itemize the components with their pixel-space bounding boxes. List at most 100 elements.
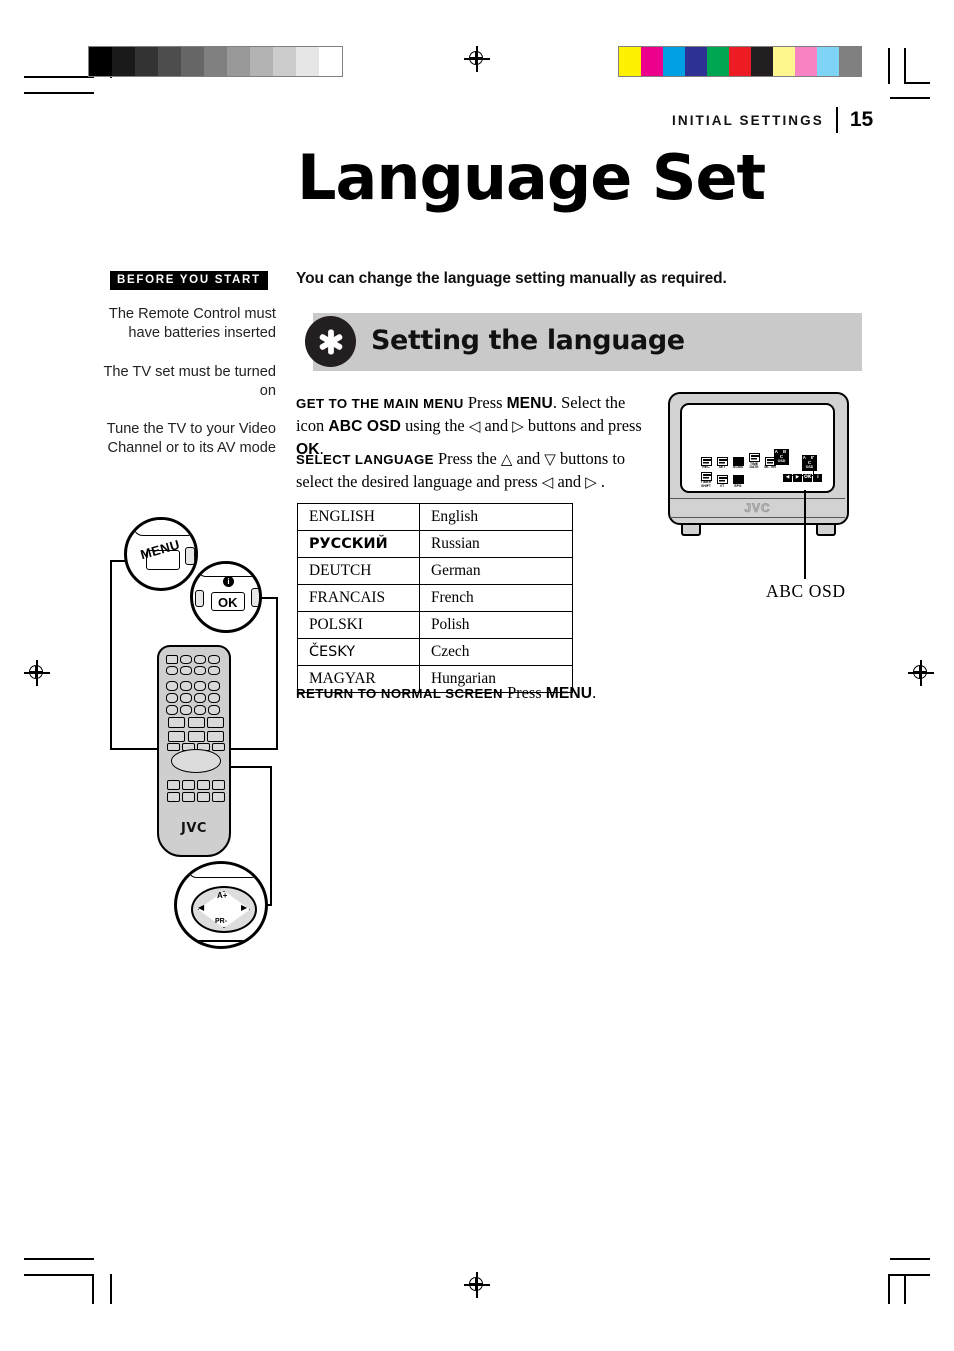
- running-head: INITIAL SETTINGS 15: [672, 107, 873, 133]
- remote-button[interactable]: [180, 655, 192, 664]
- color-swatch: [663, 47, 685, 76]
- step-text: Press the: [438, 449, 497, 468]
- remote-record-button[interactable]: [168, 730, 185, 742]
- page-title: Language Set: [297, 141, 766, 214]
- remote-button[interactable]: [167, 780, 180, 790]
- remote-rewind-button[interactable]: [168, 717, 185, 728]
- remote-transport-buttons[interactable]: [168, 717, 224, 742]
- remote-bottom-edge: [185, 940, 263, 942]
- set-icon[interactable]: SET: [716, 456, 728, 470]
- remote-side-key[interactable]: [185, 547, 195, 565]
- tv-foot-right: [816, 525, 836, 536]
- osd-nav-button[interactable]: ◀: [783, 474, 792, 482]
- osd-icon-label: SET: [718, 465, 726, 470]
- remote-button[interactable]: [182, 780, 195, 790]
- time-date-icon[interactable]: TIME DATE: [748, 453, 760, 470]
- color-swatch: [751, 47, 773, 76]
- epg-icon[interactable]: EPG: [732, 475, 744, 488]
- osd-nav-button[interactable]: ▶: [793, 474, 802, 482]
- registration-target-bottom: [464, 1272, 490, 1298]
- remote-bottom-buttons[interactable]: [167, 780, 225, 802]
- remote-number-key[interactable]: [208, 693, 220, 703]
- remote-number-key[interactable]: [208, 681, 220, 691]
- remote-button[interactable]: [166, 666, 178, 675]
- menu-button-callout[interactable]: MENU: [124, 517, 198, 591]
- remote-stop-button[interactable]: [187, 730, 205, 742]
- remote-button[interactable]: [212, 780, 225, 790]
- remote-number-key[interactable]: [166, 705, 178, 715]
- remote-button[interactable]: [180, 666, 192, 675]
- color-swatch: [685, 47, 707, 76]
- rec-icon[interactable]: REC: [700, 456, 712, 470]
- before-you-start-note: The Remote Control must have batteries i…: [108, 306, 276, 342]
- remote-top-buttons[interactable]: [166, 655, 220, 675]
- step-text: Press: [467, 393, 503, 412]
- osd-abc-osd-icon[interactable]: A B C OSD: [774, 449, 789, 465]
- remote-side-key-right[interactable]: [251, 588, 259, 607]
- greyscale-calibration-bar: [88, 46, 343, 77]
- remote-button[interactable]: [197, 780, 210, 790]
- language-native-cell: POLSKI: [297, 611, 420, 639]
- remote-number-key[interactable]: [180, 705, 192, 715]
- language-english-cell: German: [419, 557, 573, 585]
- dpad-right-icon: ▶: [241, 903, 248, 912]
- remote-play-button[interactable]: [187, 717, 205, 728]
- language-native-cell: ČESKY: [297, 638, 420, 666]
- step-lead: GET TO THE MAIN MENU: [296, 396, 464, 411]
- before-you-start-note: The TV set must be turned on: [103, 363, 276, 399]
- timer-shift-icon[interactable]: TIMER SHIFT: [700, 471, 712, 489]
- tv-foot-left: [681, 525, 701, 536]
- greyscale-swatch: [250, 47, 273, 76]
- language-native-cell: DEUTCH: [297, 557, 420, 585]
- before-you-start-note: Tune the TV to your Video Channel or to …: [106, 421, 276, 457]
- remote-forward-button[interactable]: [207, 717, 224, 728]
- table-row: DEUTCH German: [297, 557, 573, 585]
- remote-numeric-keypad[interactable]: [166, 681, 220, 715]
- remote-button[interactable]: [166, 655, 178, 664]
- osd-abc-line3: OSD: [777, 459, 786, 464]
- manual-page: INITIAL SETTINGS 15 Language Set BEFORE …: [0, 0, 954, 1351]
- remote-function-key[interactable]: [212, 743, 225, 751]
- greyscale-swatch: [112, 47, 135, 76]
- running-head-divider: [835, 107, 838, 133]
- dpad-callout[interactable]: A+ PR- ◀ ▶: [174, 861, 268, 949]
- vt-icon[interactable]: VT: [716, 475, 728, 488]
- page-number: 15: [849, 108, 874, 131]
- remote-button[interactable]: [182, 792, 195, 802]
- remote-number-key[interactable]: [166, 681, 178, 691]
- key-abc-osd: ABC OSD: [328, 417, 401, 435]
- remote-button[interactable]: [208, 666, 220, 675]
- step-text: .: [600, 471, 605, 491]
- greyscale-swatch: [158, 47, 181, 76]
- remote-button[interactable]: [212, 792, 225, 802]
- osd-icon-label: TIME DATE: [749, 461, 759, 470]
- remote-button[interactable]: [167, 792, 180, 802]
- remote-button[interactable]: [208, 655, 220, 664]
- acms-icon[interactable]: ACMS: [732, 456, 744, 470]
- remote-number-key[interactable]: [194, 681, 206, 691]
- osd-icon-label: EPG: [734, 483, 742, 488]
- remote-button[interactable]: [194, 666, 206, 675]
- remote-eject-button[interactable]: [207, 730, 224, 742]
- remote-side-key-left[interactable]: [195, 590, 204, 607]
- remote-button[interactable]: [194, 655, 206, 664]
- remote-number-key[interactable]: [194, 705, 206, 715]
- osd-nav-buttons[interactable]: ◀ ▶ OK i: [783, 474, 823, 482]
- table-row: ENGLISH English: [297, 503, 573, 531]
- osd-icon-label: REC: [702, 465, 710, 470]
- remote-number-key[interactable]: [180, 681, 192, 691]
- color-calibration-bar: [618, 46, 862, 77]
- remote-button[interactable]: [197, 792, 210, 802]
- remote-number-key[interactable]: [208, 705, 220, 715]
- remote-dpad[interactable]: [171, 749, 221, 773]
- running-head-label: INITIAL SETTINGS: [672, 112, 824, 128]
- greyscale-swatch: [227, 47, 250, 76]
- ok-button-callout[interactable]: OK i: [190, 561, 262, 633]
- remote-number-key[interactable]: [194, 693, 206, 703]
- osd-nav-button[interactable]: OK: [803, 474, 813, 482]
- osd-nav-button[interactable]: i: [813, 474, 823, 482]
- remote-function-key[interactable]: [167, 743, 180, 751]
- greyscale-swatch: [89, 47, 112, 76]
- remote-number-key[interactable]: [166, 693, 178, 703]
- remote-number-key[interactable]: [180, 693, 192, 703]
